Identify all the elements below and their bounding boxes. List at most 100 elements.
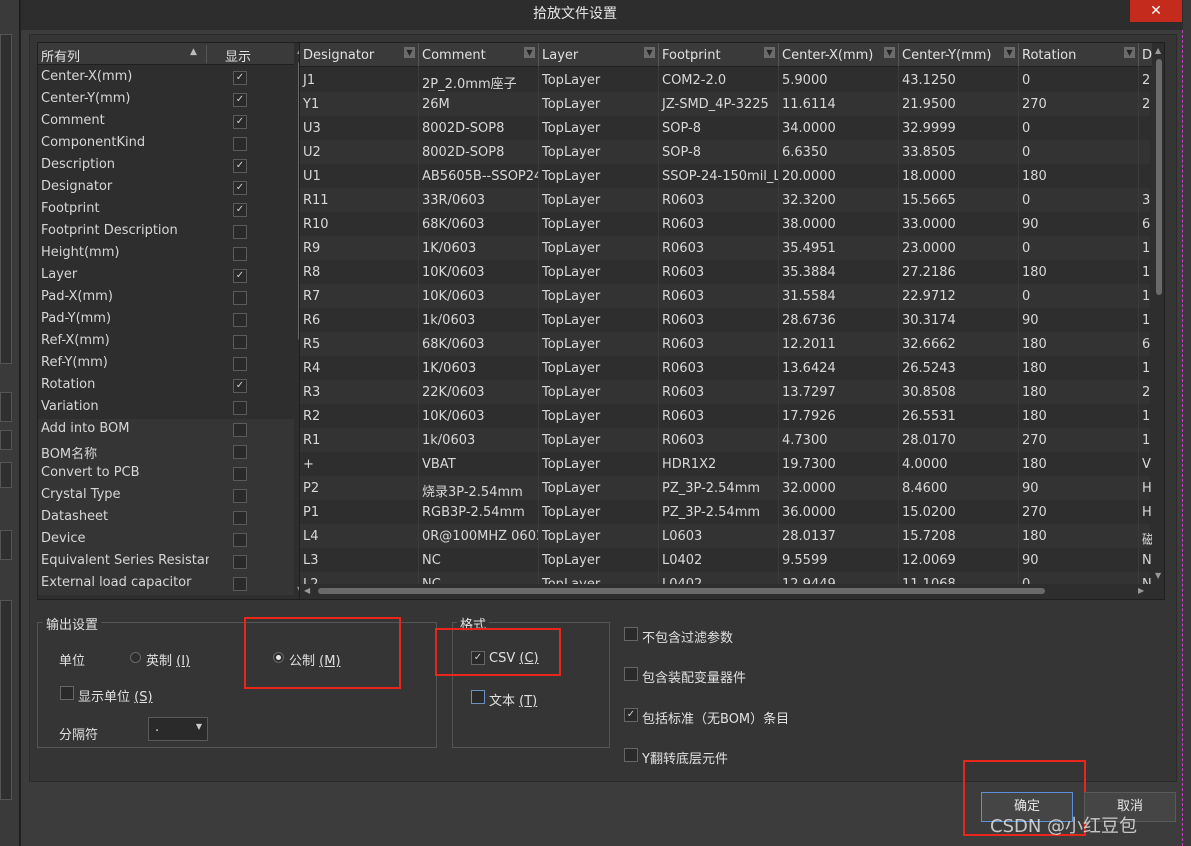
- column-list-item[interactable]: Layer ✓: [38, 265, 294, 287]
- option-label[interactable]: 包含装配变量器件: [642, 667, 746, 686]
- table-row[interactable]: R5 68K/0603 TopLayer R0603 12.2011 32.6662 180…: [300, 332, 1150, 356]
- table-row[interactable]: Y1 26M TopLayer JZ-SMD_4P-3225 11.6114 21.950…: [300, 92, 1150, 116]
- column-header[interactable]: Layer ▼: [539, 43, 659, 67]
- table-row[interactable]: R6 1k/0603 TopLayer R0603 28.6736 30.3174 90 1: [300, 308, 1150, 332]
- column-show-header[interactable]: 显示: [225, 46, 251, 65]
- show-column-checkbox[interactable]: [233, 335, 247, 349]
- show-column-checkbox[interactable]: ✓: [233, 379, 247, 393]
- table-row[interactable]: R8 10K/0603 TopLayer R0603 35.3884 27.2186 180…: [300, 260, 1150, 284]
- table-row[interactable]: U2 8002D-SOP8 TopLayer SOP-8 6.6350 33.8505 0: [300, 140, 1150, 164]
- column-header[interactable]: Comment ▼: [419, 43, 539, 67]
- option-checkbox[interactable]: [624, 667, 638, 681]
- text-checkbox[interactable]: [471, 690, 485, 704]
- column-list-item[interactable]: Convert to PCB: [38, 463, 294, 485]
- column-list-item[interactable]: Datasheet: [38, 507, 294, 529]
- show-column-checkbox[interactable]: [233, 511, 247, 525]
- option-checkbox[interactable]: [624, 627, 638, 641]
- option-checkbox[interactable]: ✓: [624, 708, 638, 722]
- table-row[interactable]: P1 RGB3P-2.54mm TopLayer PZ_3P-2.54mm 36.000…: [300, 500, 1152, 524]
- column-list-item[interactable]: Comment ✓: [38, 111, 294, 133]
- show-column-checkbox[interactable]: ✓: [233, 269, 247, 283]
- column-list-item[interactable]: BOM名称: [38, 441, 294, 463]
- column-list-item[interactable]: Description ✓: [38, 155, 294, 177]
- table-row[interactable]: U1 AB5605B--SSOP24 TopLayer SSOP-24-150mil_…: [300, 164, 1150, 188]
- column-list-item[interactable]: Center-X(mm) ✓: [38, 67, 294, 89]
- column-list-item[interactable]: Height(mm): [38, 243, 294, 265]
- option-label[interactable]: 不包含过滤参数: [642, 627, 733, 646]
- column-header[interactable]: Center-Y(mm) ▼: [899, 43, 1019, 67]
- show-column-checkbox[interactable]: [233, 247, 247, 261]
- column-header[interactable]: Designator ▼: [300, 43, 419, 67]
- column-list-item[interactable]: Designator ✓: [38, 177, 294, 199]
- separator-dropdown[interactable]: . ▼: [148, 717, 208, 741]
- column-list-item[interactable]: Footprint Description: [38, 221, 294, 243]
- show-units-checkbox[interactable]: [60, 686, 74, 700]
- table-horizontal-scrollbar[interactable]: ◀ ▶: [300, 584, 1152, 598]
- show-column-checkbox[interactable]: [233, 467, 247, 481]
- table-row[interactable]: R4 1K/0603 TopLayer R0603 13.6424 26.5243 180 1: [300, 356, 1150, 380]
- show-column-checkbox[interactable]: [233, 423, 247, 437]
- filter-icon[interactable]: ▼: [1124, 47, 1135, 58]
- imperial-radio[interactable]: [130, 652, 141, 663]
- sort-up-icon[interactable]: ▲: [190, 47, 197, 57]
- show-column-checkbox[interactable]: ✓: [233, 71, 247, 85]
- column-list-item[interactable]: Rotation ✓: [38, 375, 294, 397]
- show-column-checkbox[interactable]: [233, 225, 247, 239]
- column-list-item[interactable]: Ref-Y(mm): [38, 353, 294, 375]
- option-checkbox[interactable]: [624, 748, 638, 762]
- table-row[interactable]: + VBAT TopLayer HDR1X2 19.7300 4.0000 180 V: [300, 452, 1151, 476]
- show-column-checkbox[interactable]: [233, 445, 247, 459]
- table-row[interactable]: R10 68K/0603 TopLayer R0603 38.0000 33.0000 90…: [300, 212, 1150, 236]
- column-list-item[interactable]: Ref-X(mm): [38, 331, 294, 353]
- show-column-checkbox[interactable]: ✓: [233, 159, 247, 173]
- filter-icon[interactable]: ▼: [524, 47, 535, 58]
- table-vertical-scrollbar[interactable]: ▲ ▼: [1152, 43, 1164, 599]
- column-list-item[interactable]: ComponentKind: [38, 133, 294, 155]
- scroll-down-icon[interactable]: ▼: [1155, 571, 1161, 580]
- scroll-up-icon[interactable]: ▲: [1155, 46, 1161, 55]
- show-column-checkbox[interactable]: [233, 313, 247, 327]
- show-column-checkbox[interactable]: [233, 401, 247, 415]
- show-column-checkbox[interactable]: [233, 357, 247, 371]
- table-row[interactable]: J1 2P_2.0mm座子 TopLayer COM2-2.0 5.9000 43.125…: [300, 68, 1150, 92]
- show-column-checkbox[interactable]: ✓: [233, 203, 247, 217]
- show-column-checkbox[interactable]: [233, 533, 247, 547]
- filter-icon[interactable]: ▼: [884, 47, 895, 58]
- table-row[interactable]: U3 8002D-SOP8 TopLayer SOP-8 34.0000 32.9999 0: [300, 116, 1150, 140]
- column-header[interactable]: Center-X(mm) ▼: [779, 43, 899, 67]
- scroll-right-icon[interactable]: ▶: [1138, 586, 1144, 595]
- filter-icon[interactable]: ▼: [764, 47, 775, 58]
- scrollbar-thumb[interactable]: [318, 588, 1045, 594]
- filter-icon[interactable]: ▼: [1004, 47, 1015, 58]
- show-column-checkbox[interactable]: ✓: [233, 115, 247, 129]
- table-row[interactable]: P2 烧录3P-2.54mm TopLayer PZ_3P-2.54mm 32.0000…: [300, 476, 1152, 500]
- close-button[interactable]: ✕: [1130, 0, 1182, 22]
- show-units-label[interactable]: 显示单位 (S): [78, 686, 153, 705]
- table-row[interactable]: R2 10K/0603 TopLayer R0603 17.7926 26.5531 180…: [300, 404, 1150, 428]
- column-list-item[interactable]: Equivalent Series Resistance: [38, 551, 294, 573]
- scroll-left-icon[interactable]: ◀: [304, 586, 310, 595]
- column-list-item[interactable]: Device: [38, 529, 294, 551]
- column-list-item[interactable]: Variation: [38, 397, 294, 419]
- column-list-item[interactable]: Center-Y(mm) ✓: [38, 89, 294, 111]
- column-name-header[interactable]: 所有列: [41, 46, 80, 65]
- show-column-checkbox[interactable]: [233, 291, 247, 305]
- table-row[interactable]: R3 22K/0603 TopLayer R0603 13.7297 30.8508 180…: [300, 380, 1150, 404]
- show-column-checkbox[interactable]: [233, 137, 247, 151]
- column-list-item[interactable]: Add into BOM: [38, 419, 294, 441]
- table-row[interactable]: R11 33R/0603 TopLayer R0603 32.3200 15.5665 0 3: [300, 188, 1150, 212]
- column-list-item[interactable]: External load capacitor: [38, 573, 294, 595]
- scrollbar-thumb[interactable]: [1156, 59, 1162, 295]
- show-column-checkbox[interactable]: ✓: [233, 181, 247, 195]
- show-column-checkbox[interactable]: ✓: [233, 93, 247, 107]
- show-column-checkbox[interactable]: [233, 577, 247, 591]
- table-row[interactable]: R1 1k/0603 TopLayer R0603 4.7300 28.0170 270 1: [300, 428, 1150, 452]
- show-column-checkbox[interactable]: [233, 555, 247, 569]
- column-header[interactable]: Footprint ▼: [659, 43, 779, 67]
- column-list-item[interactable]: Footprint ✓: [38, 199, 294, 221]
- imperial-radio-label[interactable]: 英制 (I): [146, 650, 190, 669]
- filter-icon[interactable]: ▼: [404, 47, 415, 58]
- column-header[interactable]: Rotation ▼: [1019, 43, 1139, 67]
- table-row[interactable]: R7 10K/0603 TopLayer R0603 31.5584 22.9712 0 1: [300, 284, 1150, 308]
- table-row[interactable]: R9 1K/0603 TopLayer R0603 35.4951 23.0000 0 1: [300, 236, 1150, 260]
